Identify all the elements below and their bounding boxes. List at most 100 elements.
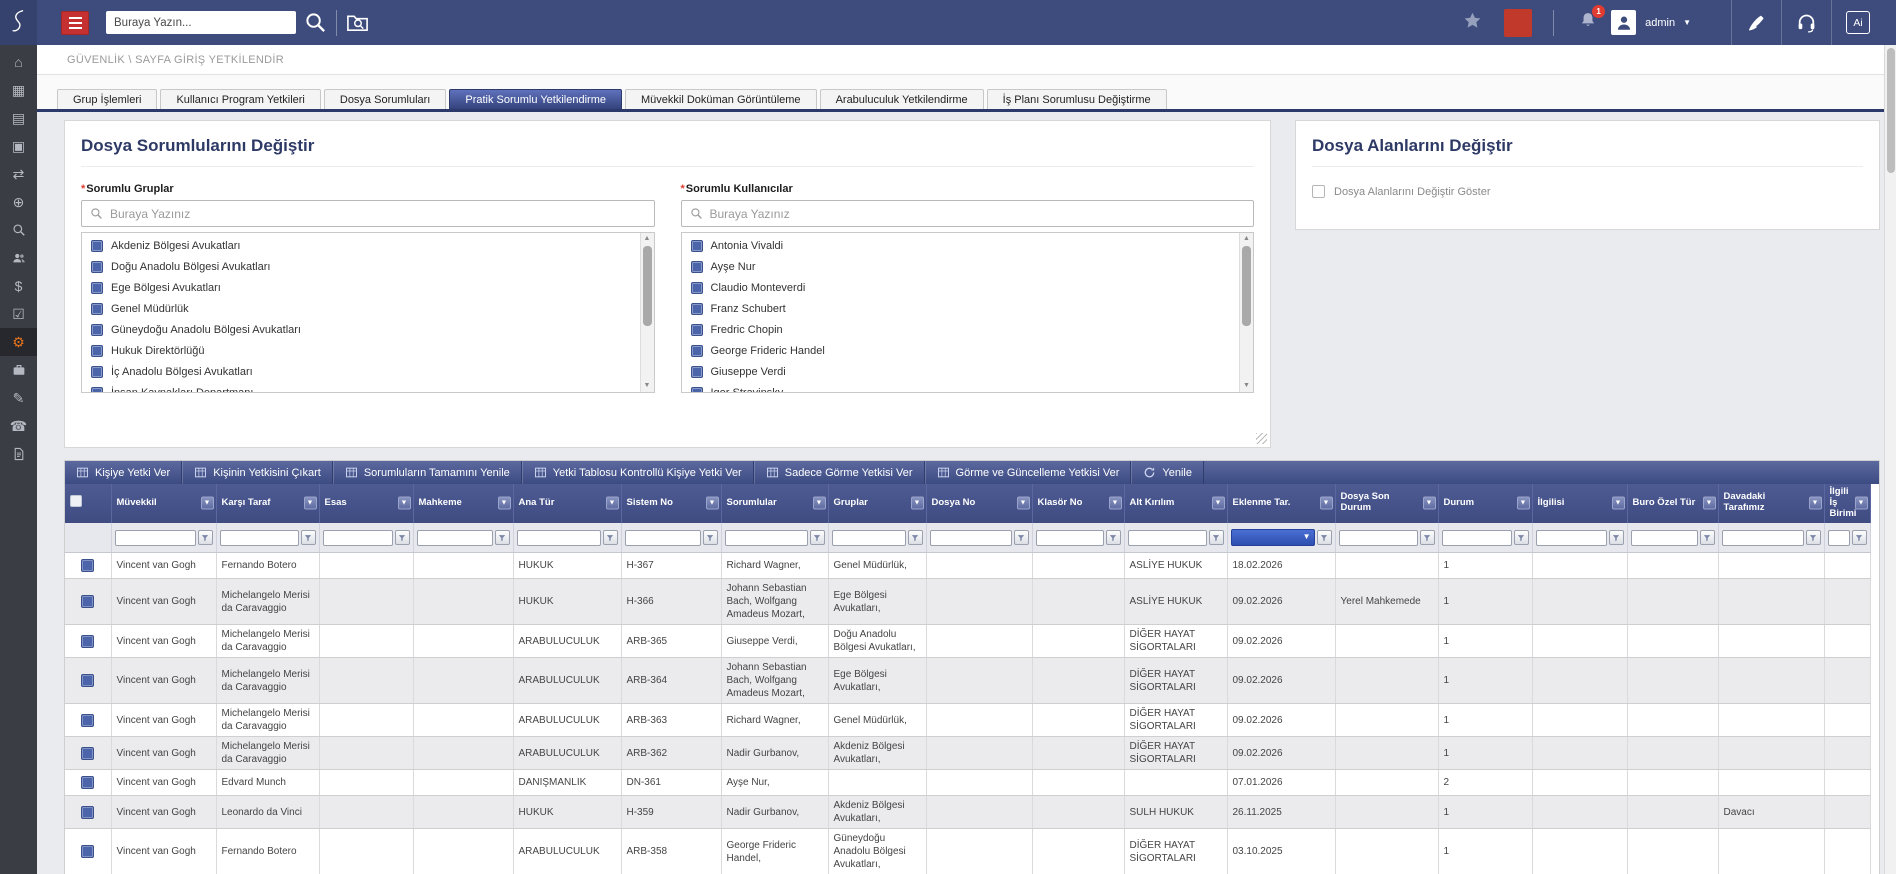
column-filter-icon[interactable]: ▼ — [1320, 497, 1333, 510]
transfer-icon[interactable]: ⇄ — [0, 160, 37, 188]
filter-button[interactable] — [1106, 530, 1121, 545]
row-checkbox[interactable] — [81, 776, 94, 789]
list-item[interactable]: Giuseppe Verdi — [682, 361, 1238, 382]
avatar[interactable] — [1611, 10, 1636, 35]
table-row[interactable]: Vincent van Gogh Fernando Botero HUKUK H… — [65, 553, 1870, 579]
caret-down-icon[interactable]: ▼ — [1683, 18, 1691, 27]
page-scrollbar[interactable] — [1884, 45, 1896, 874]
row-checkbox[interactable] — [81, 747, 94, 760]
tab[interactable]: Arabuluculuk Yetkilendirme — [820, 89, 984, 109]
table-row[interactable]: Vincent van Gogh Leonardo da Vinci HUKUK… — [65, 796, 1870, 829]
tab[interactable]: Dosya Sorumluları — [324, 89, 446, 109]
filter-input[interactable] — [832, 530, 906, 546]
filter-input[interactable] — [625, 530, 701, 546]
filter-button[interactable] — [810, 530, 825, 545]
column-header[interactable]: Eklenme Tar. ▼ — [1227, 484, 1335, 523]
column-header[interactable]: İlgilisi ▼ — [1532, 484, 1627, 523]
filter-input[interactable] — [1536, 530, 1607, 546]
column-header[interactable]: Durum ▼ — [1438, 484, 1532, 523]
checkbox[interactable] — [91, 345, 103, 357]
settings-icon[interactable]: ⚙ — [0, 328, 37, 356]
filter-input[interactable] — [323, 530, 393, 546]
toolbar-button[interactable]: Kişiye Yetki Ver — [65, 461, 182, 484]
toolbar-button[interactable]: Görme ve Güncelleme Yetkisi Ver — [925, 461, 1132, 484]
groups-list-scrollbar[interactable]: ▲▼ — [640, 233, 654, 392]
checkbox[interactable] — [691, 387, 703, 394]
global-search-input[interactable] — [106, 11, 296, 34]
row-checkbox[interactable] — [81, 714, 94, 727]
checkbox[interactable] — [91, 240, 103, 252]
briefcase-icon[interactable] — [0, 356, 37, 384]
compose-icon[interactable]: ✎ — [0, 384, 37, 412]
show-file-fields-checkbox[interactable] — [1312, 185, 1325, 198]
filter-button[interactable] — [908, 530, 923, 545]
filter-button[interactable] — [395, 530, 410, 545]
filter-button[interactable] — [1014, 530, 1029, 545]
table-row[interactable]: Vincent van Gogh Michelangelo Merisi da … — [65, 625, 1870, 658]
column-header[interactable]: Alt Kırılım ▼ — [1124, 484, 1227, 523]
filter-button[interactable] — [301, 530, 316, 545]
archive-icon[interactable]: ▣ — [0, 132, 37, 160]
column-filter-icon[interactable]: ▼ — [1212, 497, 1225, 510]
select-all-checkbox[interactable] — [70, 495, 82, 507]
filter-input[interactable] — [1631, 530, 1698, 546]
checkbox[interactable] — [691, 345, 703, 357]
list-item[interactable]: İnsan Kaynakları Departmanı — [82, 382, 638, 393]
filter-button[interactable] — [1806, 530, 1821, 545]
column-filter-icon[interactable]: ▼ — [813, 497, 826, 510]
column-header[interactable]: İlgili İş Birimi ▼ — [1824, 484, 1870, 523]
search-icon[interactable] — [0, 216, 37, 244]
column-header[interactable]: Klasör No ▼ — [1032, 484, 1124, 523]
column-header[interactable]: Gruplar ▼ — [828, 484, 926, 523]
filter-input[interactable] — [115, 530, 196, 546]
column-header[interactable]: Ana Tür ▼ — [513, 484, 621, 523]
search-icon[interactable] — [304, 11, 327, 34]
list-item[interactable]: Akdeniz Bölgesi Avukatları — [82, 235, 638, 256]
column-filter-icon[interactable]: ▼ — [1517, 497, 1530, 510]
checkbox[interactable] — [91, 303, 103, 315]
table-row[interactable]: Vincent van Gogh Fernando Botero ARABULU… — [65, 829, 1870, 874]
column-header[interactable]: Karşı Taraf ▼ — [216, 484, 319, 523]
column-filter-icon[interactable]: ▼ — [1703, 497, 1716, 510]
column-header[interactable]: Müvekkil ▼ — [111, 484, 216, 523]
tab[interactable]: Pratik Sorumlu Yetkilendirme — [449, 89, 622, 109]
table-row[interactable]: Vincent van Gogh Edvard Munch DANIŞMANLI… — [65, 770, 1870, 796]
row-checkbox[interactable] — [81, 559, 94, 572]
column-filter-icon[interactable]: ▼ — [1612, 497, 1625, 510]
column-filter-icon[interactable]: ▼ — [1017, 497, 1030, 510]
column-filter-icon[interactable]: ▼ — [304, 497, 317, 510]
column-header[interactable]: Mahkeme ▼ — [413, 484, 513, 523]
list-item[interactable]: Claudio Monteverdi — [682, 277, 1238, 298]
folder-search-icon[interactable] — [346, 11, 369, 34]
checkbox[interactable] — [691, 282, 703, 294]
red-indicator[interactable] — [1504, 9, 1532, 37]
checkbox[interactable] — [91, 387, 103, 394]
list-item[interactable]: Igor Stravinsky — [682, 382, 1238, 393]
tasks-icon[interactable]: ☑ — [0, 300, 37, 328]
row-checkbox[interactable] — [81, 595, 94, 608]
filter-input[interactable] — [1442, 530, 1512, 546]
list-item[interactable]: George Frideric Handel — [682, 340, 1238, 361]
column-header[interactable]: Sorumlular ▼ — [721, 484, 828, 523]
filter-input[interactable] — [220, 530, 299, 546]
filter-button[interactable] — [1209, 530, 1224, 545]
filter-button[interactable] — [1317, 530, 1332, 545]
column-filter-icon[interactable]: ▼ — [1109, 497, 1122, 510]
column-header[interactable]: Buro Özel Tür ▼ — [1627, 484, 1718, 523]
column-header[interactable]: Dosya No ▼ — [926, 484, 1032, 523]
folder-icon[interactable]: ▤ — [0, 104, 37, 132]
toolbar-button[interactable]: Kişinin Yetkisini Çıkart — [182, 461, 333, 484]
users-icon[interactable] — [0, 244, 37, 272]
row-checkbox[interactable] — [81, 635, 94, 648]
star-icon[interactable] — [1463, 11, 1482, 35]
column-header[interactable]: Sistem No ▼ — [621, 484, 721, 523]
ai-icon[interactable]: Ai — [1831, 0, 1884, 45]
list-item[interactable]: İç Anadolu Bölgesi Avukatları — [82, 361, 638, 382]
column-filter-icon[interactable]: ▼ — [706, 497, 719, 510]
filter-input[interactable] — [517, 530, 601, 546]
filter-button[interactable] — [703, 530, 718, 545]
tab[interactable]: İş Planı Sorumlusu Değiştirme — [987, 89, 1167, 109]
checkbox[interactable] — [691, 261, 703, 273]
column-header[interactable]: Dosya Son Durum ▼ — [1335, 484, 1438, 523]
calendar-icon[interactable]: ▦ — [0, 76, 37, 104]
